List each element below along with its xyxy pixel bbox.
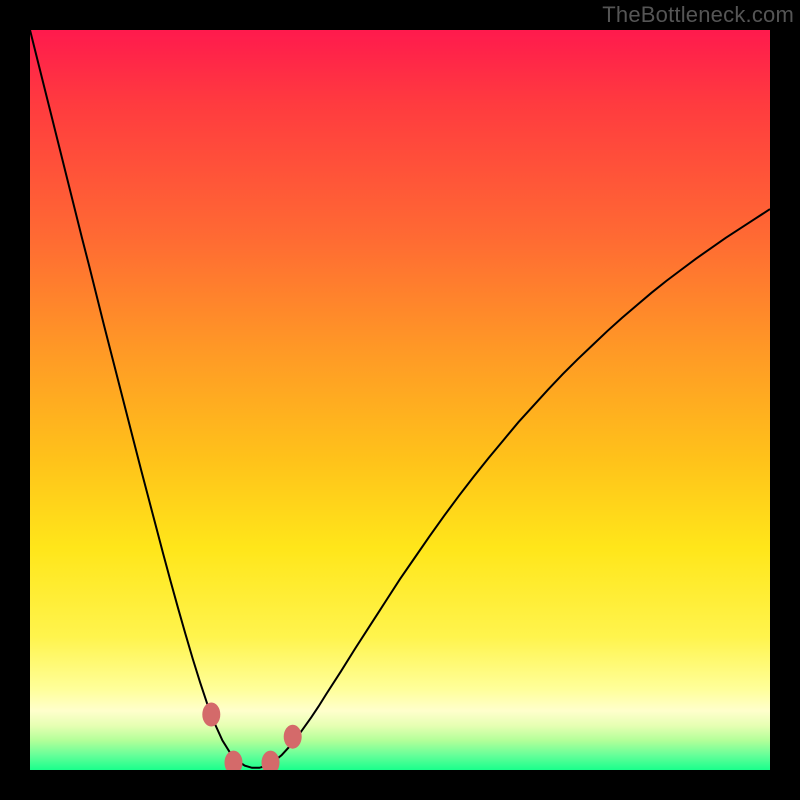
bottleneck-curve-svg	[30, 30, 770, 770]
plot-area	[30, 30, 770, 770]
curve-marker	[284, 725, 302, 749]
curve-marker	[262, 751, 280, 770]
curve-marker	[225, 751, 243, 770]
marker-group	[202, 703, 301, 771]
curve-marker	[202, 703, 220, 727]
watermark-text: TheBottleneck.com	[602, 2, 794, 28]
bottleneck-curve	[30, 30, 770, 768]
chart-frame: TheBottleneck.com	[0, 0, 800, 800]
